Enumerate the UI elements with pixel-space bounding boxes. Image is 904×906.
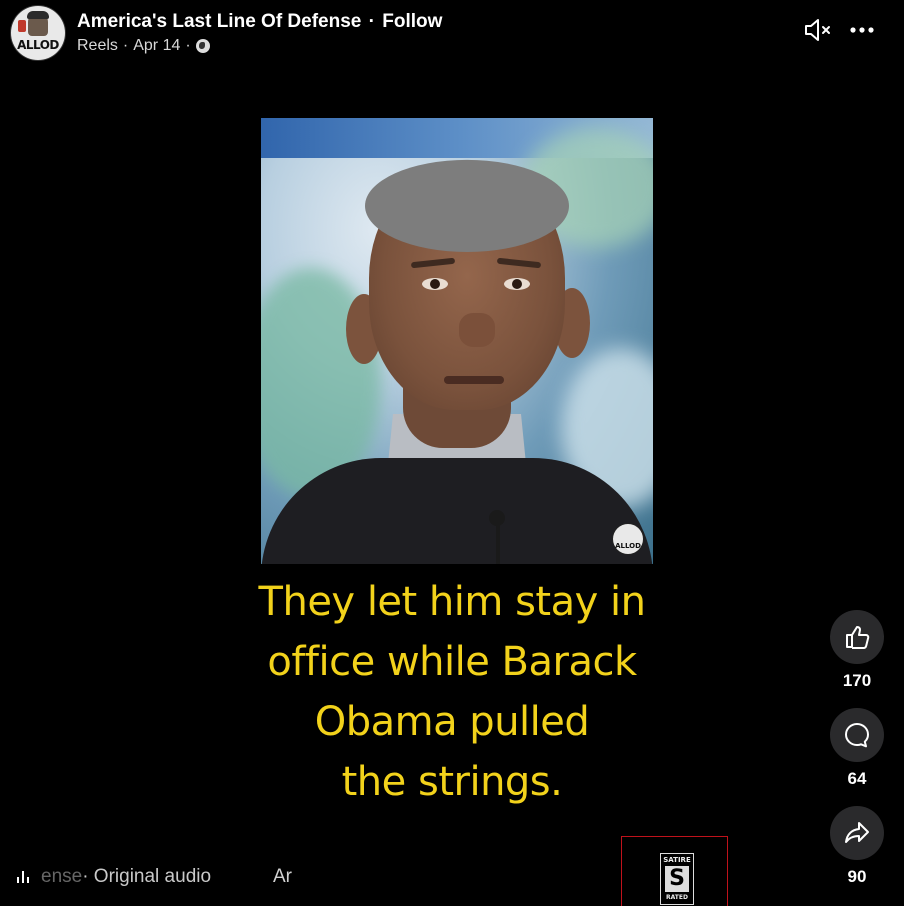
person-eye: [422, 278, 448, 290]
caption-line: office while Barack: [267, 639, 637, 685]
audio-label: · Original audio: [82, 866, 212, 887]
page-name-link[interactable]: America's Last Line Of Defense: [77, 11, 361, 32]
microphone-stem: [496, 522, 500, 564]
like-count: 170: [842, 671, 872, 690]
reels-link[interactable]: Reels: [77, 37, 118, 55]
satire-badge-letter: S: [665, 866, 689, 892]
person-jacket: [261, 458, 653, 564]
caption-line: They let him stay in: [258, 579, 646, 625]
avatar-logo-text: ALLOD: [17, 38, 59, 52]
person-nose: [459, 313, 495, 347]
page-avatar[interactable]: ALLOD: [11, 6, 65, 60]
satire-badge-bottom: RATED: [666, 894, 688, 901]
caption-line: the strings.: [341, 759, 563, 805]
satire-rating-badge: SATIRE S RATED: [660, 853, 694, 905]
reel-video[interactable]: ALLOD: [261, 118, 653, 564]
audio-wave-icon: [17, 870, 31, 884]
video-caption: They let him stay in office while Barack…: [222, 572, 682, 812]
globe-icon: [195, 39, 210, 53]
audio-marquee-next: Ar: [273, 866, 292, 887]
comment-bubble-icon: [845, 723, 870, 748]
comment-count: 64: [847, 769, 867, 788]
share-arrow-icon: [845, 822, 869, 843]
thumbs-up-icon: [846, 626, 870, 649]
like-button[interactable]: [830, 610, 884, 664]
avatar-flag: [18, 20, 26, 32]
share-button[interactable]: [830, 806, 884, 860]
meta-separator: ·: [122, 37, 129, 54]
avatar-cap: [27, 11, 49, 19]
audio-attribution[interactable]: ense · Original audio: [17, 866, 211, 888]
post-date[interactable]: Apr 14: [133, 37, 180, 55]
person-eye: [504, 278, 530, 290]
satire-badge-frame: SATIRE S RATED: [621, 836, 728, 906]
satire-badge-top: SATIRE: [663, 856, 691, 864]
microphone: [489, 510, 505, 526]
post-meta: Reels · Apr 14 ·: [77, 37, 210, 55]
meta-separator: ·: [185, 37, 191, 54]
person-mouth: [444, 376, 504, 384]
audio-source-name: ense: [41, 866, 83, 887]
title-separator: ·: [368, 11, 375, 32]
post-header-title: America's Last Line Of Defense · Follow: [77, 11, 442, 33]
mute-toggle-button[interactable]: [803, 16, 833, 44]
more-horizontal-icon: [850, 27, 874, 33]
comment-button[interactable]: [830, 708, 884, 762]
follow-button[interactable]: Follow: [382, 11, 442, 32]
speaker-muted-icon: [805, 19, 830, 41]
watermark-text: ALLOD: [615, 542, 641, 550]
reel-viewer: ALLOD America's Last Line Of Defense · F…: [0, 0, 904, 906]
more-options-button[interactable]: [849, 18, 875, 42]
caption-line: Obama pulled: [314, 699, 590, 745]
share-count: 90: [847, 867, 867, 886]
video-watermark-logo: ALLOD: [613, 524, 643, 554]
